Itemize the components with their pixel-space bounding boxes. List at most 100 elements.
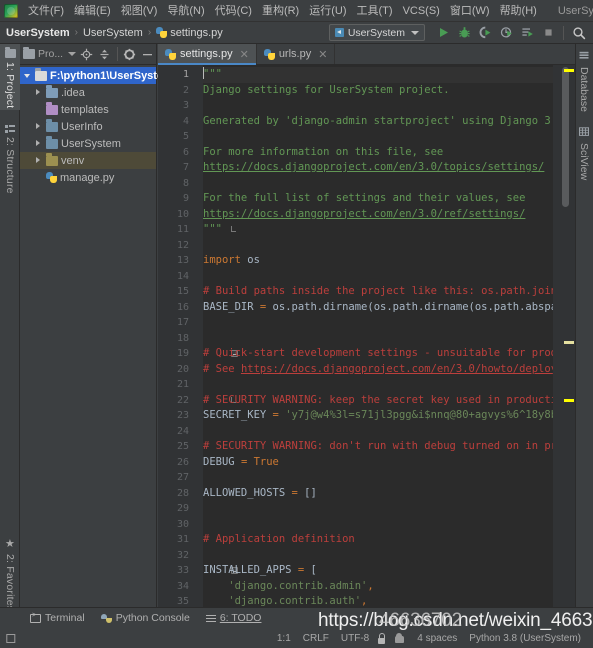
menu-file[interactable]: 文件(F) [23, 2, 69, 20]
tree-item-idea[interactable]: .idea [20, 84, 156, 101]
chevron-right-icon[interactable] [34, 139, 43, 148]
code-line[interactable]: BASE_DIR = os.path.dirname(os.path.dirna… [203, 300, 575, 316]
code-line[interactable] [203, 548, 553, 564]
run-configuration-selector[interactable]: UserSystem [328, 24, 425, 41]
code-line[interactable]: For more information on this file, see [203, 145, 553, 161]
run-button[interactable] [433, 22, 454, 43]
editor-marker[interactable] [564, 69, 574, 72]
code-line[interactable] [203, 98, 553, 114]
breadcrumb-package[interactable]: UserSystem [83, 27, 143, 39]
project-panel-title[interactable]: Pro... [23, 46, 77, 60]
code-line[interactable] [203, 377, 553, 393]
locate-icon[interactable] [78, 46, 94, 63]
code-line[interactable]: 'django.contrib.admin', [203, 579, 553, 595]
code-line[interactable]: INSTALLED_APPS = [ [203, 563, 553, 579]
code-line[interactable]: https://docs.djangoproject.com/en/3.0/to… [203, 160, 553, 176]
code-line[interactable] [203, 238, 553, 254]
chevron-right-icon[interactable] [34, 122, 43, 131]
editor-marker[interactable] [564, 341, 574, 344]
django-icon[interactable] [393, 632, 405, 644]
tool-tab-sciview[interactable]: SciView [575, 122, 593, 182]
code-line[interactable]: # Application definition [203, 532, 553, 548]
menu-navigate[interactable]: 导航(N) [162, 2, 209, 20]
indent-setting[interactable]: 4 spaces [411, 633, 463, 644]
code-line[interactable]: # SECURITY WARNING: don't run with debug… [203, 439, 575, 455]
code-editor[interactable]: 1 2 3 4 5 6 7 8 9 10 11 12 13 14 15 16 17 18 19 20 21 22 23 24 2… [158, 65, 575, 627]
hide-panel-icon[interactable] [140, 46, 156, 63]
stop-button[interactable] [538, 22, 559, 43]
menu-help[interactable]: 帮助(H) [495, 2, 542, 20]
code-line[interactable]: """ [203, 67, 553, 83]
code-line[interactable] [203, 424, 553, 440]
menu-run[interactable]: 运行(U) [304, 2, 351, 20]
editor-tab-urls[interactable]: urls.py ✕ [257, 44, 336, 64]
bottom-tab-todo[interactable]: 6: TODO [198, 608, 270, 629]
editor-tab-settings[interactable]: settings.py ✕ [158, 44, 257, 65]
tree-item-templates[interactable]: templates [20, 101, 156, 118]
settings-gear-icon[interactable] [122, 46, 138, 63]
caret-position[interactable]: 1:1 [271, 633, 297, 644]
tree-item-root[interactable]: F:\python1\UserSystem [20, 67, 173, 84]
search-everywhere-button[interactable] [568, 22, 589, 43]
chevron-down-icon[interactable] [23, 71, 32, 80]
bottom-tab-terminal[interactable]: Terminal [22, 608, 93, 629]
code-line[interactable] [203, 517, 553, 533]
tree-item-usersystem[interactable]: UserSystem [20, 135, 156, 152]
code-line[interactable]: import os [203, 253, 553, 269]
code-line[interactable] [203, 176, 553, 192]
code-line[interactable]: # See https://docs.djangoproject.com/en/… [203, 362, 575, 378]
code-line[interactable] [203, 269, 553, 285]
code-line[interactable] [203, 501, 553, 517]
code-line[interactable]: """ [203, 222, 553, 238]
tool-tab-structure[interactable]: 2: Structure [0, 120, 20, 200]
menu-refactor[interactable]: 重构(R) [257, 2, 304, 20]
code-line[interactable]: # Quick-start development settings - uns… [203, 346, 575, 362]
bottom-tab-python-console[interactable]: Python Console [93, 608, 198, 629]
chevron-right-icon[interactable] [34, 156, 43, 165]
debug-button[interactable] [454, 22, 475, 43]
code-content[interactable]: """ Django settings for UserSystem projec… [203, 65, 575, 627]
tool-tab-project[interactable]: 1: Project [0, 44, 20, 110]
menu-vcs[interactable]: VCS(S) [398, 2, 445, 20]
code-line[interactable]: For the full list of settings and their … [203, 191, 553, 207]
code-line[interactable] [203, 331, 553, 347]
python-interpreter[interactable]: Python 3.8 (UserSystem) [463, 633, 587, 644]
menu-tools[interactable]: 工具(T) [352, 2, 398, 20]
line-separator[interactable]: CRLF [297, 633, 335, 644]
code-line[interactable]: # Build paths inside the project like th… [203, 284, 575, 300]
close-tab-icon[interactable]: ✕ [240, 48, 249, 61]
tool-tab-database[interactable]: Database [575, 46, 593, 112]
code-line[interactable] [203, 129, 553, 145]
chevron-right-icon[interactable] [34, 88, 43, 97]
code-line[interactable] [203, 470, 553, 486]
event-log-icon[interactable] [5, 632, 17, 644]
breadcrumb-file[interactable]: settings.py [156, 27, 223, 39]
tree-item-userinfo[interactable]: UserInfo [20, 118, 156, 135]
editor-vertical-scrollbar[interactable] [562, 67, 569, 207]
editor-marker[interactable] [564, 399, 574, 402]
code-line[interactable]: # SECURITY WARNING: keep the secret key … [203, 393, 570, 409]
lock-icon[interactable] [375, 632, 387, 644]
close-tab-icon[interactable]: ✕ [318, 48, 327, 61]
code-line[interactable] [203, 315, 553, 331]
code-line[interactable]: Generated by 'django-admin startproject'… [203, 114, 575, 130]
code-line[interactable]: ALLOWED_HOSTS = [] [203, 486, 553, 502]
tree-item-venv[interactable]: venv [20, 152, 156, 169]
error-marker-bar[interactable] [553, 65, 575, 627]
profile-button[interactable] [496, 22, 517, 43]
menu-view[interactable]: 视图(V) [116, 2, 163, 20]
file-encoding[interactable]: UTF-8 [335, 633, 375, 644]
menu-code[interactable]: 代码(C) [210, 2, 257, 20]
code-line[interactable]: Django settings for UserSystem project. [203, 83, 553, 99]
collapse-all-icon[interactable] [96, 46, 112, 63]
code-folding-strip[interactable] [194, 65, 238, 627]
menu-window[interactable]: 窗口(W) [445, 2, 495, 20]
code-line[interactable]: DEBUG = True [203, 455, 553, 471]
menu-edit[interactable]: 编辑(E) [69, 2, 116, 20]
code-line[interactable]: https://docs.djangoproject.com/en/3.0/re… [203, 207, 553, 223]
code-line[interactable]: SECRET_KEY = 'y7j@w4%3l=s71jl3pgg&i$nnq@… [203, 408, 575, 424]
run-tests-button[interactable] [517, 22, 538, 43]
breadcrumb-project[interactable]: UserSystem [6, 27, 70, 39]
run-with-coverage-button[interactable] [475, 22, 496, 43]
tree-item-manage-py[interactable]: manage.py [20, 169, 156, 186]
